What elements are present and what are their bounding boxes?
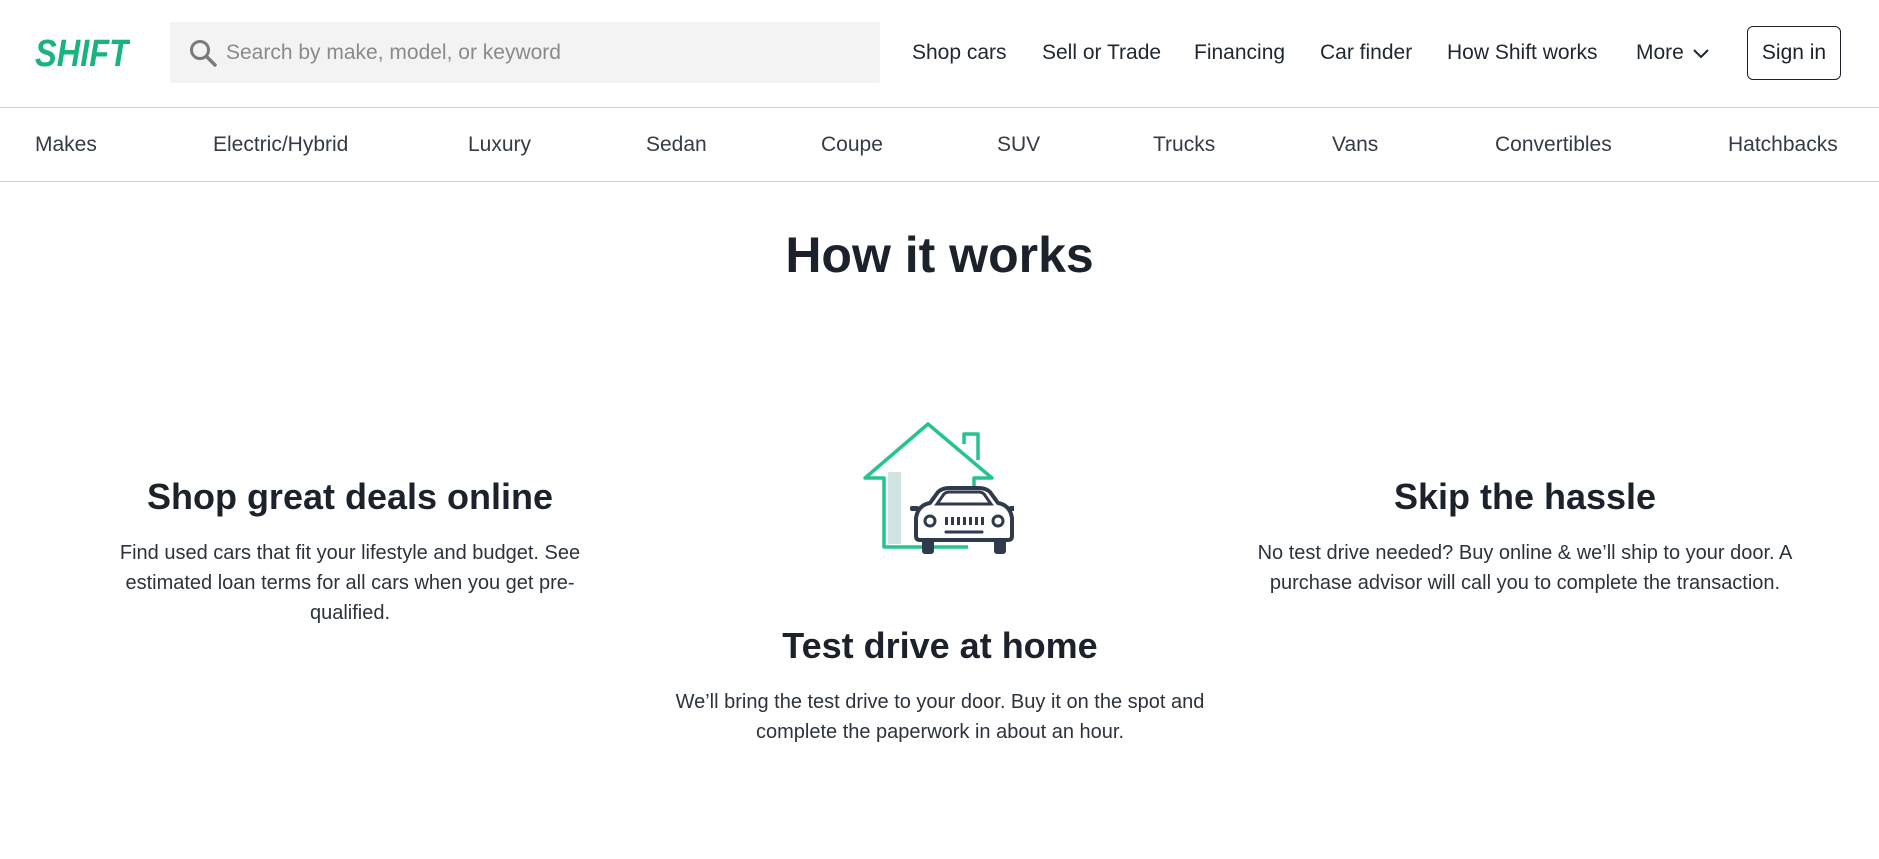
nav-car-finder[interactable]: Car finder bbox=[1320, 41, 1412, 65]
search-icon bbox=[188, 38, 218, 68]
nav-sell-or-trade[interactable]: Sell or Trade bbox=[1042, 41, 1161, 65]
category-vans[interactable]: Vans bbox=[1332, 108, 1378, 181]
feature-shop-deals: Shop great deals online Find used cars t… bbox=[100, 476, 600, 628]
category-suv[interactable]: SUV bbox=[997, 108, 1040, 181]
category-luxury[interactable]: Luxury bbox=[468, 108, 531, 181]
logo-text: SHIFT bbox=[35, 33, 130, 74]
chevron-down-icon bbox=[1692, 47, 1710, 59]
house-car-icon bbox=[863, 422, 1014, 554]
shift-logo[interactable]: SHIFT bbox=[34, 30, 130, 74]
category-sedan[interactable]: Sedan bbox=[646, 108, 707, 181]
category-bar: Makes Electric/Hybrid Luxury Sedan Coupe… bbox=[0, 108, 1879, 182]
feature-text: No test drive needed? Buy online & we’ll… bbox=[1257, 542, 1793, 594]
feature-text: We’ll bring the test drive to your door.… bbox=[675, 691, 1205, 743]
category-makes[interactable]: Makes bbox=[35, 108, 97, 181]
category-hatchbacks[interactable]: Hatchbacks bbox=[1728, 108, 1838, 181]
feature-title: Skip the hassle bbox=[1393, 476, 1657, 517]
search-bar[interactable] bbox=[170, 22, 880, 83]
site-header: SHIFT Shop cars Sell or Trade Financing … bbox=[0, 0, 1879, 108]
search-input[interactable] bbox=[226, 32, 866, 73]
category-trucks[interactable]: Trucks bbox=[1153, 108, 1215, 181]
feature-test-drive: Test drive at home We’ll bring the test … bbox=[670, 625, 1210, 747]
feature-title: Test drive at home bbox=[782, 625, 1098, 666]
nav-shop-cars[interactable]: Shop cars bbox=[912, 41, 1007, 65]
category-coupe[interactable]: Coupe bbox=[821, 108, 883, 181]
nav-more-dropdown[interactable]: More bbox=[1636, 0, 1710, 106]
feature-title: Shop great deals online bbox=[146, 476, 554, 517]
category-convertibles[interactable]: Convertibles bbox=[1495, 108, 1612, 181]
feature-text: Find used cars that fit your lifestyle a… bbox=[119, 542, 581, 624]
feature-skip-hassle: Skip the hassle No test drive needed? Bu… bbox=[1245, 476, 1805, 598]
page-title: How it works bbox=[785, 227, 1094, 283]
nav-more-label: More bbox=[1636, 41, 1684, 64]
sign-in-button[interactable]: Sign in bbox=[1747, 26, 1841, 80]
nav-financing[interactable]: Financing bbox=[1194, 41, 1285, 65]
category-electric-hybrid[interactable]: Electric/Hybrid bbox=[213, 108, 348, 181]
nav-how-shift-works[interactable]: How Shift works bbox=[1447, 41, 1598, 65]
